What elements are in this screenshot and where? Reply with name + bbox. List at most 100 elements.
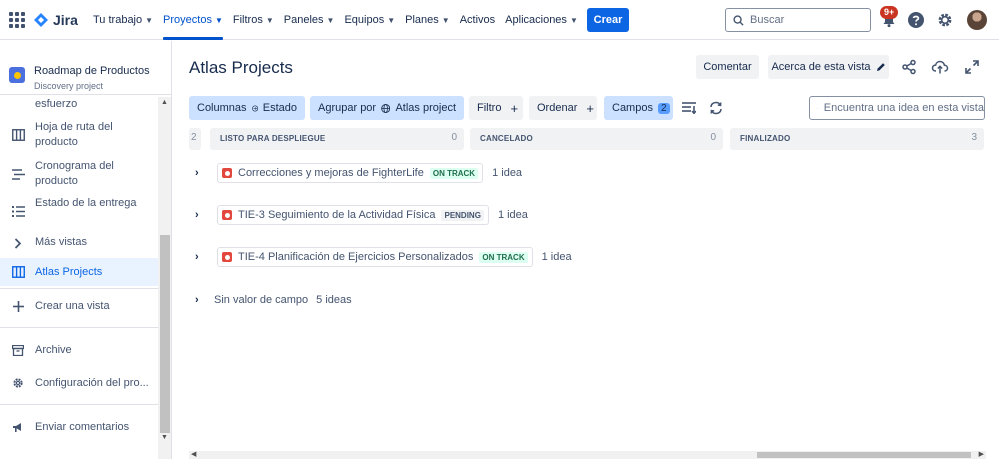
sidebar-item-enviar-comentarios[interactable]: Enviar comentarios	[0, 417, 158, 437]
columns-button[interactable]: Columnas Estado	[189, 96, 305, 120]
scroll-down-icon[interactable]: ▼	[161, 434, 168, 441]
sync-icon	[710, 101, 722, 115]
chevron-down-icon: ▼	[326, 15, 335, 25]
horizontal-scrollbar[interactable]: ◀ ▶	[189, 451, 986, 459]
search-icon	[733, 14, 744, 26]
nav-tu-trabajo[interactable]: Tu trabajo ▼	[89, 0, 157, 40]
sort-button[interactable]: Ordenar +	[529, 96, 597, 120]
column-name: LISTO PARA DESPLIEGUE	[220, 134, 326, 143]
atlas-project-icon	[222, 168, 232, 178]
global-search-input[interactable]: Buscar	[725, 8, 871, 32]
atlas-project-icon	[222, 210, 232, 220]
brand-name: Jira	[53, 12, 78, 28]
project-header[interactable]: Roadmap de Productos Discovery project	[0, 41, 171, 95]
nav-paneles[interactable]: Paneles ▼	[280, 0, 339, 40]
scroll-right-icon[interactable]: ▶	[979, 450, 984, 458]
primary-nav: Tu trabajo ▼ Proyectos ▼ Filtros ▼ Paneles ▼…	[89, 0, 584, 40]
column-header-partial: 2	[189, 128, 201, 150]
group-chip[interactable]: TIE-4 Planificación de Ejercicios Person…	[217, 247, 533, 267]
filter-button[interactable]: Filtro +	[469, 96, 523, 120]
group-chip[interactable]: Correcciones y mejoras de FighterLife ON…	[217, 163, 484, 183]
idea-search-input[interactable]: Encuentra una idea en esta vista	[809, 96, 985, 120]
column-header-finalizado[interactable]: FINALIZADO 3	[730, 128, 984, 150]
group-row[interactable]: › Correcciones y mejoras de FighterLife …	[195, 162, 522, 184]
group-count: 1 idea	[497, 209, 528, 221]
scroll-up-icon[interactable]: ▲	[161, 99, 168, 106]
app-switcher-icon[interactable]	[9, 12, 25, 28]
expand-icon	[965, 60, 979, 74]
gear-icon	[11, 376, 25, 390]
archive-icon	[11, 343, 25, 357]
nav-proyectos[interactable]: Proyectos ▼	[159, 0, 227, 40]
chevron-down-icon: ▼	[265, 15, 274, 25]
settings-button[interactable]	[935, 10, 955, 30]
chevron-right-icon[interactable]: ›	[195, 209, 207, 221]
idea-search-placeholder: Encuentra una idea en esta vista	[823, 102, 984, 114]
sidebar-item-cronograma[interactable]: Cronograma del producto	[0, 158, 158, 190]
scrollbar-thumb[interactable]	[160, 235, 170, 433]
sidebar-item-atlas-projects[interactable]: Atlas Projects	[0, 258, 158, 286]
atlas-project-icon	[222, 252, 232, 262]
nav-label: Paneles	[283, 14, 324, 26]
comment-button[interactable]: Comentar	[696, 55, 759, 79]
sidebar-item-label: Configuración del pro...	[35, 377, 149, 389]
nav-equipos[interactable]: Equipos ▼	[340, 0, 399, 40]
sidebar-item-label: Crear una vista	[35, 300, 110, 312]
export-button[interactable]	[930, 57, 950, 77]
group-row[interactable]: › TIE-4 Planificación de Ejercicios Pers…	[195, 246, 572, 268]
no-value-group-row[interactable]: › Sin valor de campo 5 ideas	[195, 289, 352, 311]
group-row[interactable]: › TIE-3 Seguimiento de la Actividad Físi…	[195, 204, 528, 226]
search-icon	[817, 107, 818, 109]
sidebar-item-crear-vista[interactable]: Crear una vista	[0, 296, 158, 316]
column-header-listo[interactable]: LISTO PARA DESPLIEGUE 0	[210, 128, 464, 150]
timeline-icon	[11, 167, 25, 181]
fields-button[interactable]: Campos 2	[604, 96, 673, 120]
nav-label: Filtros	[232, 14, 263, 26]
auto-arrange-button[interactable]	[706, 98, 726, 118]
project-sidebar: Roadmap de Productos Discovery project e…	[0, 41, 172, 459]
group-count: 1 idea	[541, 251, 572, 263]
fullscreen-button[interactable]	[962, 57, 982, 77]
sidebar-item-configuracion[interactable]: Configuración del pro...	[0, 373, 158, 393]
create-button[interactable]: Crear	[587, 8, 629, 32]
group-title: Sin valor de campo	[214, 294, 309, 306]
sidebar-item-archive[interactable]: Archive	[0, 340, 158, 360]
column-count: 3	[971, 132, 977, 143]
user-avatar[interactable]	[967, 10, 987, 30]
filter-label: Filtro	[477, 102, 502, 114]
sidebar-item-estado-entrega[interactable]: Estado de la entrega	[0, 195, 158, 227]
notification-badge: 9+	[880, 6, 899, 19]
about-view-button[interactable]: Acerca de esta vista	[768, 55, 889, 79]
scroll-left-icon[interactable]: ◀	[191, 450, 196, 458]
group-by-button[interactable]: Agrupar por Atlas project	[310, 96, 464, 120]
nav-label: Tu trabajo	[93, 14, 143, 26]
chevron-right-icon[interactable]: ›	[195, 294, 207, 306]
help-button[interactable]	[906, 10, 926, 30]
globe-icon	[381, 103, 391, 113]
group-chip[interactable]: TIE-3 Seguimiento de la Actividad Física…	[217, 205, 489, 225]
sidebar-item-hoja-de-ruta[interactable]: Hoja de ruta del producto	[0, 119, 158, 151]
chevron-right-icon[interactable]: ›	[195, 167, 207, 179]
fields-label: Campos	[612, 102, 653, 114]
about-label: Acerca de esta vista	[771, 61, 871, 73]
nav-activos[interactable]: Activos	[456, 0, 499, 40]
jira-logo[interactable]: Jira	[33, 10, 78, 30]
group-by-label: Agrupar por	[318, 102, 377, 114]
column-name: CANCELADO	[480, 134, 533, 143]
nav-label: Proyectos	[163, 14, 212, 26]
view-options-button[interactable]	[679, 98, 699, 118]
scrollbar-thumb[interactable]	[757, 452, 971, 458]
nav-filtros[interactable]: Filtros ▼	[229, 0, 278, 40]
chevron-right-icon[interactable]: ›	[195, 251, 207, 263]
chevron-down-icon: ▼	[214, 15, 223, 25]
column-header-cancelado[interactable]: CANCELADO 0	[470, 128, 723, 150]
nav-aplicaciones[interactable]: Aplicaciones ▼	[501, 0, 582, 40]
gear-icon	[938, 13, 952, 27]
share-button[interactable]	[899, 57, 919, 77]
nav-planes[interactable]: Planes ▼	[401, 0, 454, 40]
sidebar-scrollbar[interactable]: ▲ ▼	[158, 97, 171, 459]
arrow-right-circle-icon	[251, 105, 258, 111]
sidebar-item-mas-vistas[interactable]: Más vistas	[0, 233, 158, 253]
sidebar-item-truncated[interactable]: esfuerzo	[0, 96, 158, 112]
chevron-down-icon: ▼	[387, 15, 396, 25]
